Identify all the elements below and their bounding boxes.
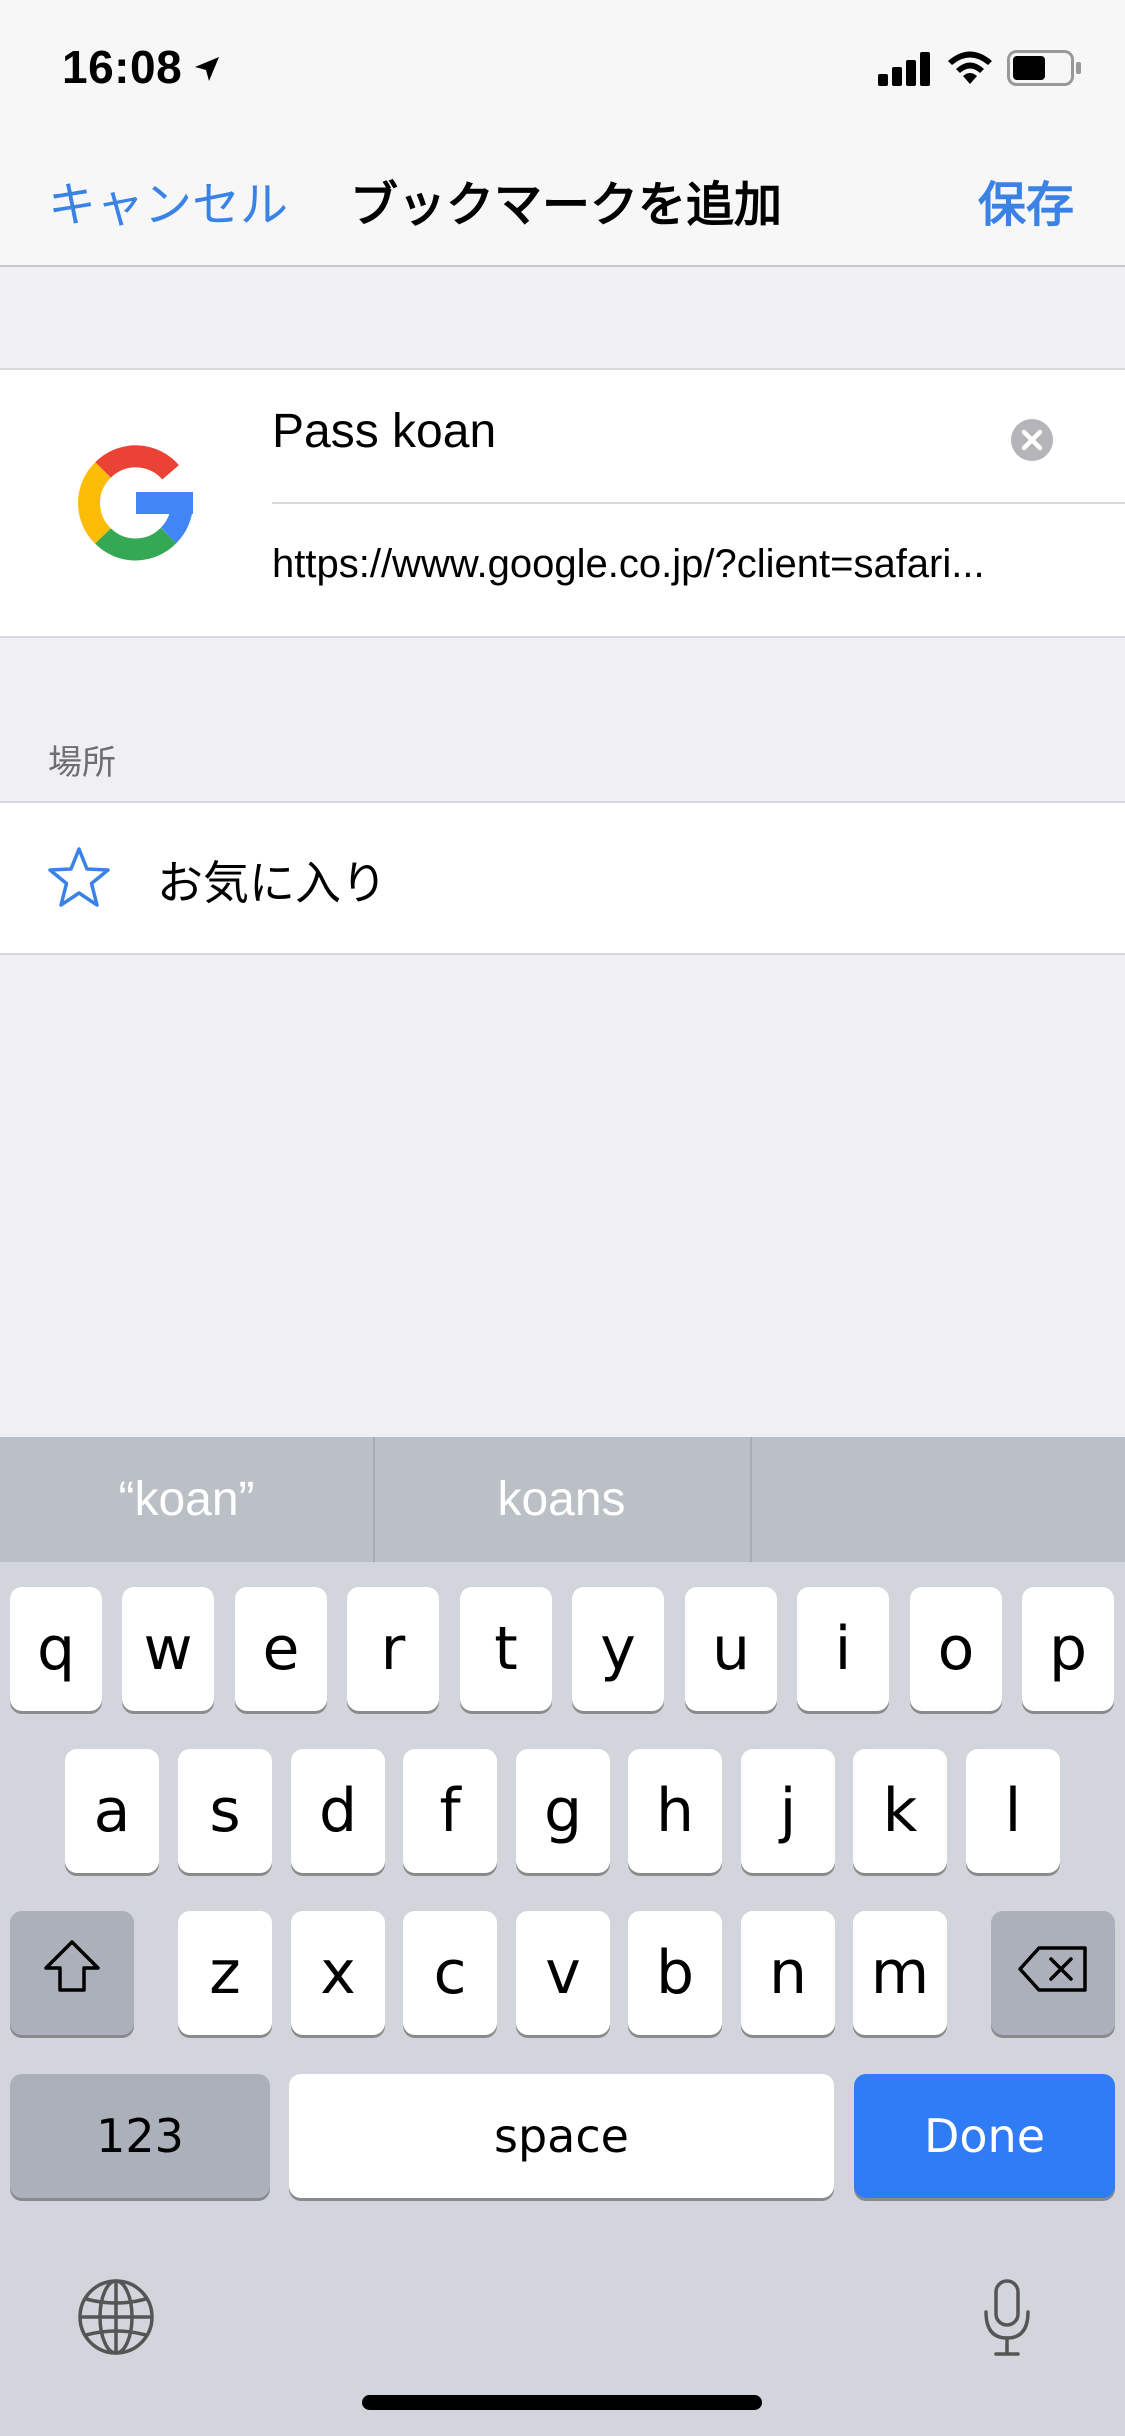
key-z[interactable]: z xyxy=(178,1911,272,2035)
suggestion-2[interactable]: koans xyxy=(375,1437,748,1562)
suggestion-3[interactable] xyxy=(752,1437,1125,1562)
bookmark-title-input[interactable] xyxy=(272,404,972,459)
location-row-favorites[interactable]: お気に入り xyxy=(0,801,1125,955)
google-logo-icon xyxy=(78,445,194,566)
key-m[interactable]: m xyxy=(853,1911,947,2035)
delete-key[interactable] xyxy=(991,1911,1115,2035)
key-p[interactable]: p xyxy=(1022,1587,1114,1711)
delete-icon xyxy=(1017,1938,1089,2008)
page-title: ブックマークを追加 xyxy=(350,177,783,233)
key-a[interactable]: a xyxy=(65,1749,159,1873)
key-f[interactable]: f xyxy=(403,1749,497,1873)
shift-icon xyxy=(42,1938,102,2009)
key-e[interactable]: e xyxy=(235,1587,327,1711)
key-v[interactable]: v xyxy=(516,1911,610,2035)
status-bar: 16:08 xyxy=(0,0,1125,135)
bookmark-card: https://www.google.co.jp/?client=safari.… xyxy=(0,368,1125,638)
battery-icon xyxy=(1007,50,1083,91)
home-indicator[interactable] xyxy=(362,2395,762,2410)
key-g[interactable]: g xyxy=(516,1749,610,1873)
globe-icon[interactable] xyxy=(76,2277,156,2362)
clear-icon[interactable] xyxy=(1010,418,1054,467)
key-l[interactable]: l xyxy=(966,1749,1060,1873)
nav-bar: キャンセル ブックマークを追加 保存 xyxy=(0,135,1125,267)
key-j[interactable]: j xyxy=(741,1749,835,1873)
key-u[interactable]: u xyxy=(685,1587,777,1711)
key-r[interactable]: r xyxy=(347,1587,439,1711)
location-section-header: 場所 xyxy=(48,743,116,783)
key-x[interactable]: x xyxy=(291,1911,385,2035)
keyboard: “koan” koans q w e r t y u i o p a s d f… xyxy=(0,1437,1125,2436)
location-arrow-icon xyxy=(192,54,222,89)
done-key[interactable]: Done xyxy=(854,2074,1115,2198)
space-key[interactable]: space xyxy=(289,2074,834,2198)
wifi-icon xyxy=(945,48,995,91)
star-icon xyxy=(46,845,112,916)
key-i[interactable]: i xyxy=(797,1587,889,1711)
suggestion-1[interactable]: “koan” xyxy=(0,1437,373,1562)
key-b[interactable]: b xyxy=(628,1911,722,2035)
shift-key[interactable] xyxy=(10,1911,134,2035)
location-folder-label: お気に入り xyxy=(157,856,387,910)
key-d[interactable]: d xyxy=(291,1749,385,1873)
status-time: 16:08 xyxy=(62,41,183,93)
numbers-key[interactable]: 123 xyxy=(10,2074,270,2198)
key-q[interactable]: q xyxy=(10,1587,102,1711)
bookmark-url[interactable]: https://www.google.co.jp/?client=safari.… xyxy=(272,542,1072,587)
suggestion-bar: “koan” koans xyxy=(0,1437,1125,1562)
key-s[interactable]: s xyxy=(178,1749,272,1873)
key-y[interactable]: y xyxy=(572,1587,664,1711)
key-h[interactable]: h xyxy=(628,1749,722,1873)
field-divider xyxy=(272,502,1125,504)
mic-icon[interactable] xyxy=(982,2278,1032,2363)
key-n[interactable]: n xyxy=(741,1911,835,2035)
cancel-button[interactable]: キャンセル xyxy=(48,165,288,235)
save-button[interactable]: 保存 xyxy=(978,165,1074,235)
key-k[interactable]: k xyxy=(853,1749,947,1873)
cellular-signal-icon xyxy=(878,52,933,91)
key-w[interactable]: w xyxy=(122,1587,214,1711)
key-t[interactable]: t xyxy=(460,1587,552,1711)
key-o[interactable]: o xyxy=(910,1587,1002,1711)
key-c[interactable]: c xyxy=(403,1911,497,2035)
